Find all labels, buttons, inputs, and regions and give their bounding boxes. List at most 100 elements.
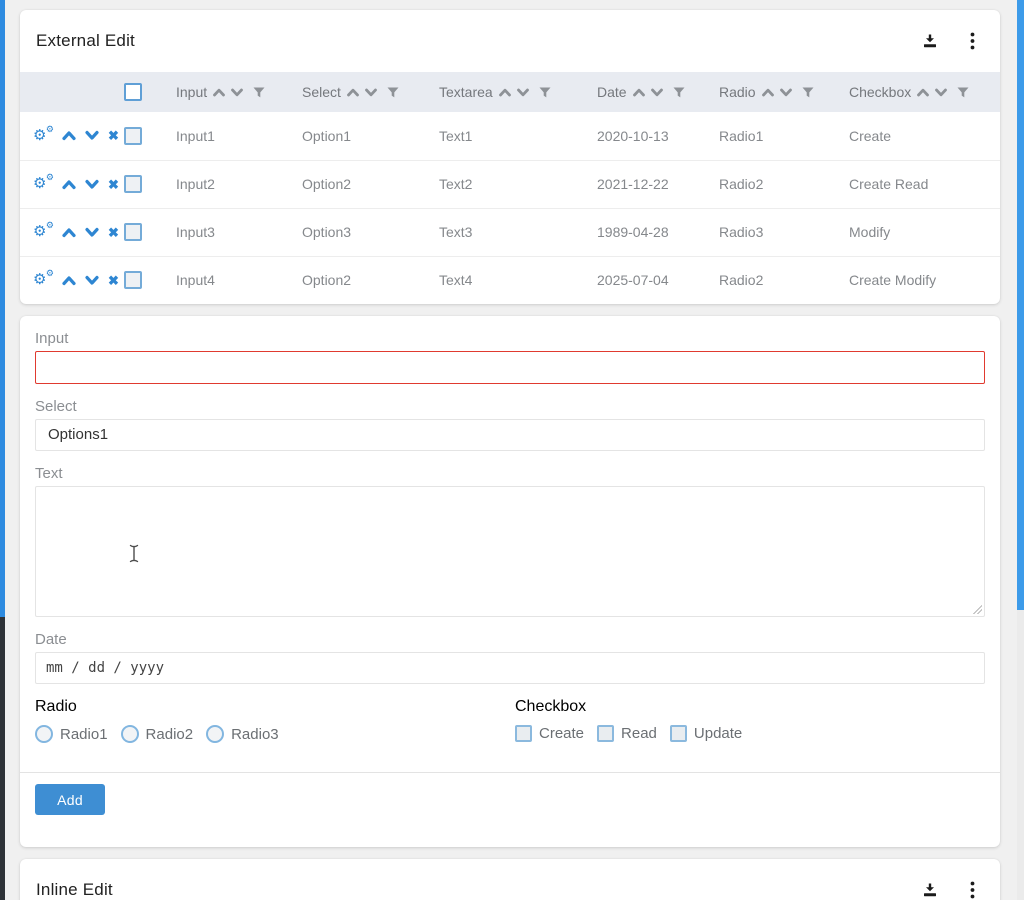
left-scroll-rail (0, 0, 5, 900)
column-header-date: Date (597, 72, 719, 112)
cell-radio: Radio1 (719, 112, 849, 160)
checkbox-group-label: Checkbox (515, 698, 586, 715)
cell-checkbox: Create Read (849, 160, 1000, 208)
sort-desc-icon[interactable] (780, 88, 792, 97)
cell-select: Option1 (302, 112, 439, 160)
row-checkbox[interactable] (124, 175, 142, 193)
cell-textarea: Text3 (439, 208, 597, 256)
input-field[interactable] (35, 351, 985, 384)
inline-edit-card: Inline Edit (20, 859, 1000, 900)
external-edit-table: Input Select (20, 72, 1000, 304)
table-header-row: Input Select (20, 72, 1000, 112)
filter-icon[interactable] (387, 87, 399, 98)
table-row: ⚙⚙ ✖ Input2 Option2 Text2 2021-12-22 Rad… (20, 160, 1000, 208)
sort-desc-icon[interactable] (651, 88, 663, 97)
sort-desc-icon[interactable] (935, 88, 947, 97)
download-icon[interactable] (920, 31, 940, 51)
date-field[interactable]: mm / dd / yyyy (35, 652, 985, 684)
table-row: ⚙⚙ ✖ Input4 Option2 Text4 2025-07-04 Rad… (20, 256, 1000, 304)
form-footer: Add (20, 773, 1000, 847)
sort-asc-icon[interactable] (633, 88, 645, 97)
checkbox-read[interactable] (597, 725, 614, 742)
inline-edit-header: Inline Edit (20, 859, 1000, 900)
kebab-menu-icon[interactable] (962, 31, 982, 51)
external-edit-header: External Edit (20, 10, 1000, 72)
move-down-icon[interactable] (85, 227, 99, 238)
checkbox-field-group: Checkbox Create Read Update (515, 698, 985, 743)
checkbox-option-label: Update (694, 725, 742, 742)
select-all-checkbox[interactable] (124, 83, 142, 101)
cell-date: 2025-07-04 (597, 256, 719, 304)
delete-icon[interactable]: ✖ (108, 129, 119, 142)
card-title: Inline Edit (36, 880, 113, 900)
sort-asc-icon[interactable] (762, 88, 774, 97)
left-scroll-thumb[interactable] (0, 0, 5, 617)
cell-date: 2020-10-13 (597, 112, 719, 160)
move-down-icon[interactable] (85, 130, 99, 141)
checkbox-update[interactable] (670, 725, 687, 742)
delete-icon[interactable]: ✖ (108, 226, 119, 239)
move-down-icon[interactable] (85, 275, 99, 286)
radio-checkbox-row: Radio Radio1 Radio2 Radio3 Checkbox Cre (35, 698, 985, 743)
sort-asc-icon[interactable] (347, 88, 359, 97)
settings-icon[interactable]: ⚙⚙ (34, 127, 53, 145)
add-button[interactable]: Add (35, 784, 105, 815)
table-row: ⚙⚙ ✖ Input1 Option1 Text1 2020-10-13 Rad… (20, 112, 1000, 160)
vertical-scrollbar[interactable] (1017, 0, 1024, 900)
settings-icon[interactable]: ⚙⚙ (34, 175, 53, 193)
text-field-label: Text (35, 465, 985, 482)
delete-icon[interactable]: ✖ (108, 274, 119, 287)
sort-desc-icon[interactable] (231, 88, 243, 97)
column-header-select: Select (302, 72, 439, 112)
sort-asc-icon[interactable] (499, 88, 511, 97)
date-field-group: Date mm / dd / yyyy (35, 631, 985, 684)
move-down-icon[interactable] (85, 179, 99, 190)
filter-icon[interactable] (802, 87, 814, 98)
cell-radio: Radio2 (719, 160, 849, 208)
kebab-menu-icon[interactable] (962, 880, 982, 900)
row-checkbox[interactable] (124, 223, 142, 241)
download-icon[interactable] (920, 880, 940, 900)
page-content: External Edit (0, 0, 1024, 900)
table-row: ⚙⚙ ✖ Input3 Option3 Text3 1989-04-28 Rad… (20, 208, 1000, 256)
move-up-icon[interactable] (62, 275, 76, 286)
sort-asc-icon[interactable] (917, 88, 929, 97)
column-label: Radio (719, 84, 756, 100)
radio-radio2[interactable] (121, 725, 139, 743)
checkbox-create[interactable] (515, 725, 532, 742)
radio-radio3[interactable] (206, 725, 224, 743)
add-form-card: Input Select Options1 Text Date mm / dd … (20, 316, 1000, 847)
cell-input: Input4 (176, 256, 302, 304)
column-header-radio: Radio (719, 72, 849, 112)
move-up-icon[interactable] (62, 130, 76, 141)
column-header-checkbox: Checkbox (849, 72, 1000, 112)
sort-asc-icon[interactable] (213, 88, 225, 97)
row-checkbox[interactable] (124, 127, 142, 145)
settings-icon[interactable]: ⚙⚙ (34, 223, 53, 241)
column-label: Input (176, 84, 207, 100)
radio-radio1[interactable] (35, 725, 53, 743)
filter-icon[interactable] (539, 87, 551, 98)
radio-field-group: Radio Radio1 Radio2 Radio3 (35, 698, 515, 743)
settings-icon[interactable]: ⚙⚙ (34, 271, 53, 289)
sort-desc-icon[interactable] (365, 88, 377, 97)
input-field-group: Input (35, 330, 985, 384)
move-up-icon[interactable] (62, 227, 76, 238)
filter-icon[interactable] (253, 87, 265, 98)
cell-select: Option2 (302, 160, 439, 208)
filter-icon[interactable] (673, 87, 685, 98)
vertical-scrollbar-thumb[interactable] (1017, 0, 1024, 610)
move-up-icon[interactable] (62, 179, 76, 190)
column-label: Date (597, 84, 627, 100)
row-checkbox[interactable] (124, 271, 142, 289)
select-all-header-cell (124, 72, 176, 112)
sort-desc-icon[interactable] (517, 88, 529, 97)
column-label: Textarea (439, 84, 493, 100)
external-edit-card: External Edit (20, 10, 1000, 304)
textarea-field[interactable] (35, 486, 985, 617)
select-field-group: Select Options1 (35, 398, 985, 451)
delete-icon[interactable]: ✖ (108, 178, 119, 191)
select-field[interactable]: Options1 (35, 419, 985, 451)
cell-checkbox: Create Modify (849, 256, 1000, 304)
filter-icon[interactable] (957, 87, 969, 98)
